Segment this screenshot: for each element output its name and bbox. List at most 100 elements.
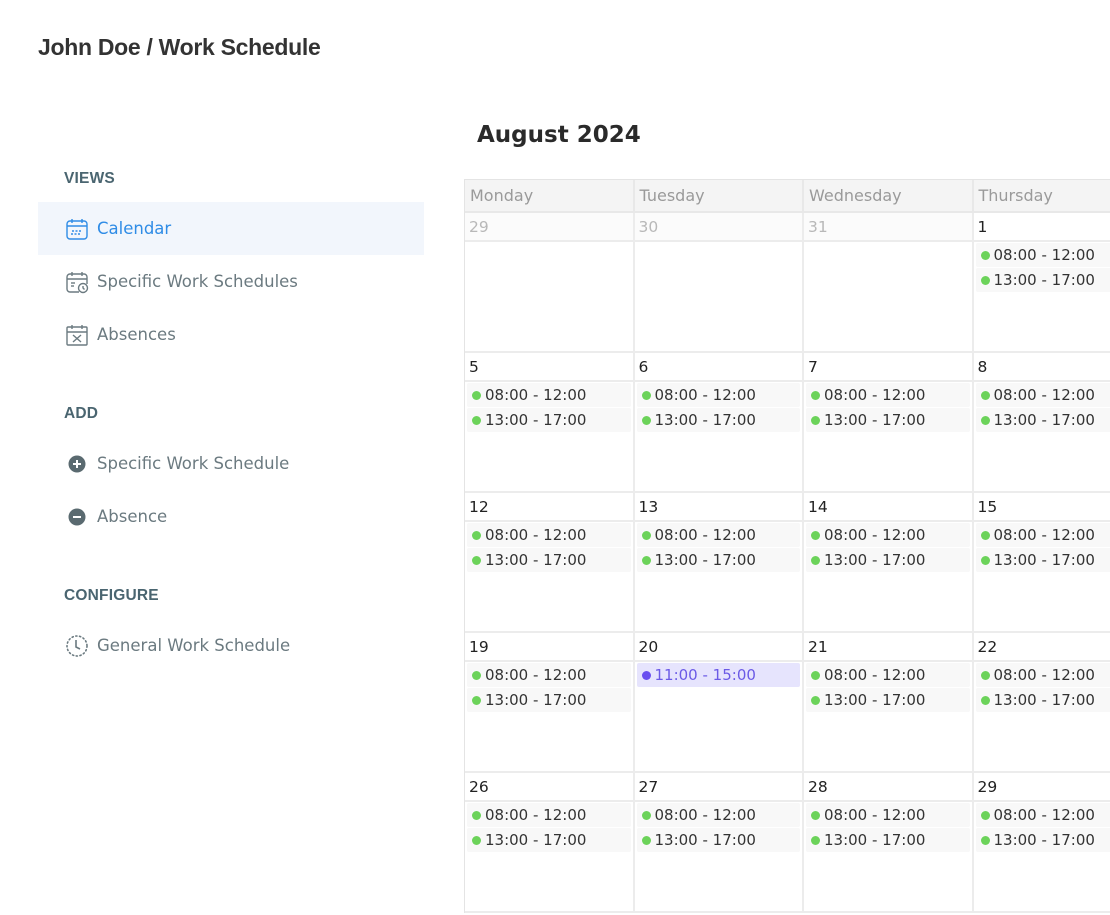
status-dot-icon	[980, 275, 990, 285]
event-time: 13:00 - 17:00	[654, 551, 756, 569]
calendar-day-cell[interactable]: 5 08:00 - 12:00 13:00 - 17:00	[465, 353, 635, 493]
schedule-event[interactable]: 08:00 - 12:00	[806, 663, 970, 687]
schedule-event[interactable]: 13:00 - 17:00	[806, 548, 970, 572]
event-time: 08:00 - 12:00	[993, 526, 1095, 544]
calendar-day-cell[interactable]: 13 08:00 - 12:00 13:00 - 17:00	[634, 493, 804, 633]
status-dot-icon	[811, 670, 820, 680]
calendar-day-cell[interactable]: 27 08:00 - 12:00 13:00 - 17:00	[634, 773, 804, 913]
schedule-event[interactable]: 08:00 - 12:00	[467, 663, 631, 687]
schedule-event[interactable]: 08:00 - 12:00	[636, 383, 800, 407]
calendar-day-cell[interactable]: 29	[465, 213, 635, 353]
weekday-label: Monday	[465, 180, 635, 213]
day-number: 19	[465, 633, 633, 662]
status-dot-icon	[811, 415, 820, 425]
day-number: 5	[465, 353, 633, 382]
minus-circle-icon	[64, 504, 90, 530]
calendar-day-cell[interactable]: 20 11:00 - 15:00	[634, 633, 804, 773]
day-number: 29	[465, 213, 633, 242]
calendar-day-cell[interactable]: 1 08:00 - 12:00 13:00 - 17:00	[973, 213, 1110, 353]
status-dot-icon	[472, 530, 481, 540]
calendar-day-cell[interactable]: 12 08:00 - 12:00 13:00 - 17:00	[465, 493, 635, 633]
calendar-day-cell[interactable]: 22 08:00 - 12:00 13:00 - 17:00	[973, 633, 1110, 773]
schedule-event[interactable]: 08:00 - 12:00	[467, 383, 631, 407]
nav-item-specific-work-schedules[interactable]: Specific Work Schedules	[38, 255, 424, 308]
event-time: 08:00 - 12:00	[993, 806, 1095, 824]
calendar-day-cell[interactable]: 30	[634, 213, 804, 353]
nav-item-absences[interactable]: Absences	[38, 308, 424, 361]
event-time: 13:00 - 17:00	[993, 551, 1095, 569]
event-time: 08:00 - 12:00	[993, 246, 1095, 264]
schedule-event[interactable]: 13:00 - 17:00	[636, 828, 800, 852]
schedule-event[interactable]: 13:00 - 17:00	[975, 548, 1110, 572]
schedule-event[interactable]: 08:00 - 12:00	[636, 803, 800, 827]
calendar-week: 26 08:00 - 12:00 13:00 - 17:00 27 08:00 - 12…	[465, 773, 1110, 913]
schedule-event[interactable]: 13:00 - 17:00	[467, 408, 631, 432]
calendar-x-icon	[64, 322, 90, 348]
schedule-event[interactable]: 08:00 - 12:00	[806, 523, 970, 547]
calendar-day-cell[interactable]: 15 08:00 - 12:00 13:00 - 17:00	[973, 493, 1110, 633]
calendar-day-cell[interactable]: 28 08:00 - 12:00 13:00 - 17:00	[804, 773, 974, 913]
event-time: 13:00 - 17:00	[993, 271, 1095, 289]
schedule-event[interactable]: 08:00 - 12:00	[975, 523, 1110, 547]
nav-item-calendar[interactable]: Calendar	[38, 202, 424, 255]
calendar-day-cell[interactable]: 8 08:00 - 12:00 13:00 - 17:00	[973, 353, 1110, 493]
calendar-day-cell[interactable]: 31	[804, 213, 974, 353]
schedule-event[interactable]: 13:00 - 17:00	[636, 408, 800, 432]
schedule-event[interactable]: 13:00 - 17:00	[975, 268, 1110, 292]
schedule-event[interactable]: 13:00 - 17:00	[806, 408, 970, 432]
add-absence-button[interactable]: Absence	[38, 490, 424, 543]
day-events: 08:00 - 12:00 13:00 - 17:00	[635, 802, 803, 852]
status-dot-icon	[811, 835, 820, 845]
day-number: 1	[973, 213, 1110, 242]
schedule-event[interactable]: 08:00 - 12:00	[975, 383, 1110, 407]
event-time: 11:00 - 15:00	[654, 666, 756, 684]
schedule-event[interactable]: 08:00 - 12:00	[636, 523, 800, 547]
calendar-day-cell[interactable]: 21 08:00 - 12:00 13:00 - 17:00	[804, 633, 974, 773]
schedule-event[interactable]: 13:00 - 17:00	[467, 688, 631, 712]
schedule-event[interactable]: 13:00 - 17:00	[975, 688, 1110, 712]
schedule-event[interactable]: 08:00 - 12:00	[806, 383, 970, 407]
calendar-day-cell[interactable]: 29 08:00 - 12:00 13:00 - 17:00	[973, 773, 1110, 913]
day-number: 20	[634, 633, 802, 662]
schedule-event[interactable]: 13:00 - 17:00	[467, 828, 631, 852]
event-time: 13:00 - 17:00	[824, 411, 926, 429]
day-events: 08:00 - 12:00 13:00 - 17:00	[635, 382, 803, 432]
status-dot-icon	[811, 530, 820, 540]
schedule-event[interactable]: 08:00 - 12:00	[975, 663, 1110, 687]
day-events: 08:00 - 12:00 13:00 - 17:00	[804, 522, 972, 572]
calendar-day-cell[interactable]: 6 08:00 - 12:00 13:00 - 17:00	[634, 353, 804, 493]
schedule-event[interactable]: 13:00 - 17:00	[636, 548, 800, 572]
calendar-day-cell[interactable]: 7 08:00 - 12:00 13:00 - 17:00	[804, 353, 974, 493]
event-time: 08:00 - 12:00	[824, 386, 926, 404]
status-dot-icon	[980, 670, 990, 680]
section-label-views: VIEWS	[64, 170, 115, 187]
status-dot-icon	[980, 835, 990, 845]
schedule-event[interactable]: 08:00 - 12:00	[975, 803, 1110, 827]
calendar-day-cell[interactable]: 14 08:00 - 12:00 13:00 - 17:00	[804, 493, 974, 633]
schedule-event[interactable]: 08:00 - 12:00	[467, 523, 631, 547]
nav-item-general-work-schedule[interactable]: General Work Schedule	[38, 619, 424, 672]
schedule-event[interactable]: 13:00 - 17:00	[467, 548, 631, 572]
event-time: 13:00 - 17:00	[824, 691, 926, 709]
status-dot-icon	[980, 555, 990, 565]
schedule-event[interactable]: 08:00 - 12:00	[467, 803, 631, 827]
event-time: 13:00 - 17:00	[485, 551, 587, 569]
calendar-day-cell[interactable]: 26 08:00 - 12:00 13:00 - 17:00	[465, 773, 635, 913]
calendar-icon	[64, 216, 90, 242]
schedule-event[interactable]: 13:00 - 17:00	[806, 828, 970, 852]
schedule-event[interactable]: 13:00 - 17:00	[975, 828, 1110, 852]
event-time: 08:00 - 12:00	[993, 666, 1095, 684]
calendar-day-cell[interactable]: 19 08:00 - 12:00 13:00 - 17:00	[465, 633, 635, 773]
calendar-clock-icon	[64, 269, 90, 295]
specific-schedule-event[interactable]: 11:00 - 15:00	[636, 663, 800, 687]
schedule-event[interactable]: 13:00 - 17:00	[975, 408, 1110, 432]
event-time: 08:00 - 12:00	[485, 666, 587, 684]
schedule-event[interactable]: 08:00 - 12:00	[975, 243, 1110, 267]
schedule-event[interactable]: 08:00 - 12:00	[806, 803, 970, 827]
day-number: 8	[973, 353, 1110, 382]
status-dot-icon	[980, 250, 990, 260]
day-events: 08:00 - 12:00 13:00 - 17:00	[804, 382, 972, 432]
event-time: 13:00 - 17:00	[654, 411, 756, 429]
schedule-event[interactable]: 13:00 - 17:00	[806, 688, 970, 712]
add-specific-work-schedule-button[interactable]: Specific Work Schedule	[38, 437, 424, 490]
